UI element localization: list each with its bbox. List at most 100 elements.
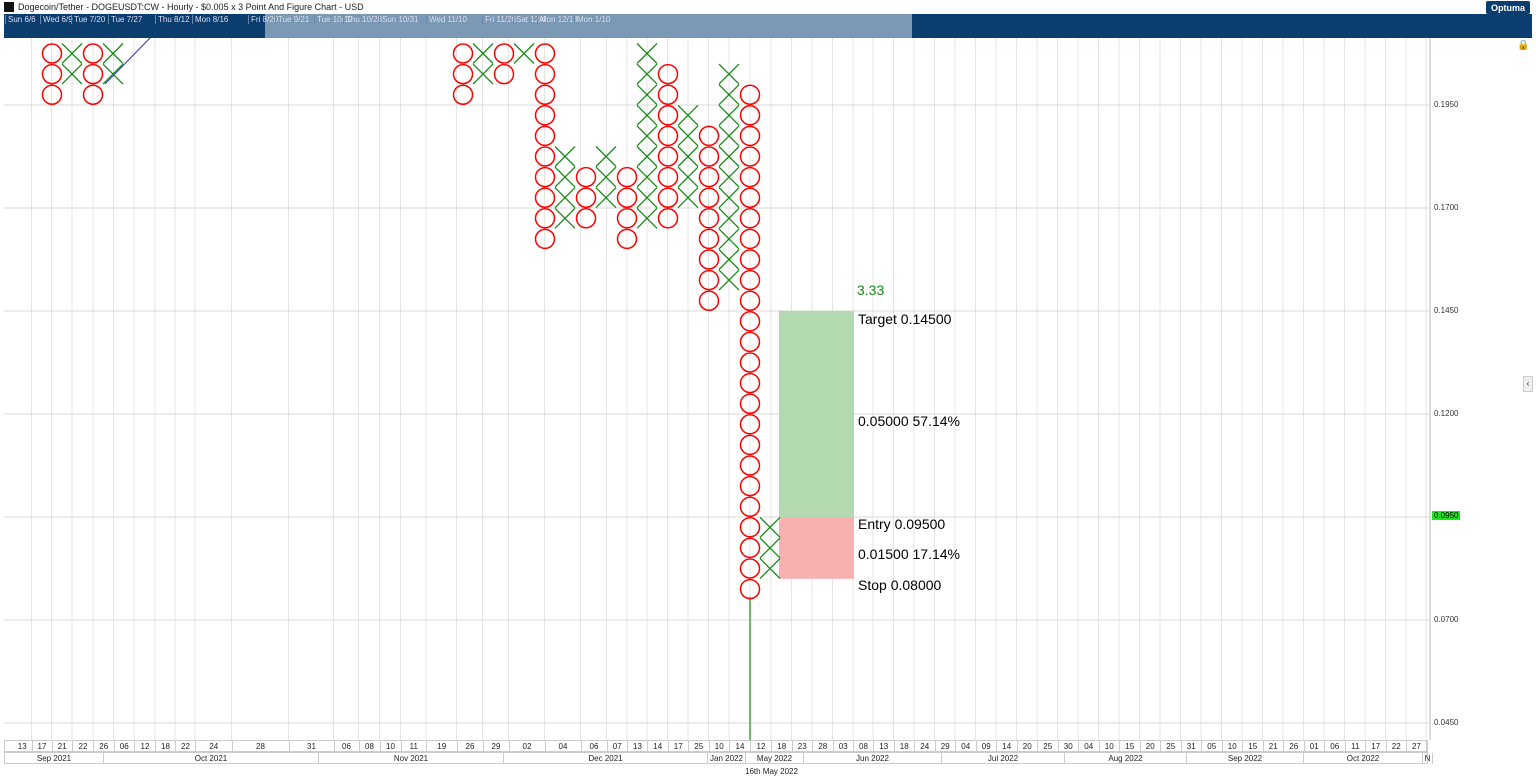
x-tick-label: 29 xyxy=(484,741,510,752)
reward-risk-ratio: 3.33 xyxy=(857,282,885,298)
month-axis: Sep 2021 Oct 2021 Nov 2021 Dec 2021 Jan 2022… xyxy=(4,752,1433,764)
x-tick-label: 04 xyxy=(1079,741,1100,752)
stop-label: Stop 0.08000 xyxy=(858,577,942,593)
x-tick-label: 18 xyxy=(895,741,915,752)
x-tick-label: 23 xyxy=(793,741,813,752)
x-tick-label: 25 xyxy=(1161,741,1182,752)
x-tick-label: 21 xyxy=(1264,741,1284,752)
x-box xyxy=(554,207,576,229)
x-tick-label: 04 xyxy=(956,741,977,752)
target-label: Target 0.14500 xyxy=(858,311,952,327)
x-tick-label: 06 xyxy=(335,741,360,752)
x-tick-label: 10 xyxy=(381,741,402,752)
x-tick-label: 17 xyxy=(33,741,53,752)
x-tick-label: 12 xyxy=(135,741,156,752)
x-tick-label: 20 xyxy=(1141,741,1161,752)
month-label: Oct 2022 xyxy=(1304,753,1423,764)
x-tick-label: 01 xyxy=(1305,741,1325,752)
x-tick-label: 03 xyxy=(834,741,854,752)
month-label: Nov 2021 xyxy=(319,753,504,764)
columns xyxy=(41,43,781,600)
month-label: Jan 2022 xyxy=(708,753,746,764)
x-box xyxy=(759,558,781,579)
x-tick-label: 14 xyxy=(997,741,1018,752)
date-axis: 13 17 21 22 26 06 12 18 22 24 28 31 06 08 10 11 19 26 29 02… xyxy=(4,740,1428,752)
target-zone xyxy=(779,311,854,517)
x-tick-label: 06 xyxy=(1325,741,1346,752)
y-tick-label: 0.1450 xyxy=(1434,306,1459,315)
x-tick-label: 14 xyxy=(730,741,751,752)
month-label: Oct 2021 xyxy=(104,753,319,764)
y-tick-label: 0.1200 xyxy=(1434,409,1459,418)
x-tick-label: 11 xyxy=(1346,741,1366,752)
o-box xyxy=(575,187,597,208)
x-tick-label: 13 xyxy=(13,741,33,752)
x-tick-label: 30 xyxy=(1059,741,1079,752)
x-tick-label: 10 xyxy=(1100,741,1120,752)
x-tick-label: 18 xyxy=(772,741,793,752)
x-tick-label: 27 xyxy=(1407,741,1427,752)
o-box xyxy=(575,208,597,229)
x-tick-label: 28 xyxy=(813,741,834,752)
x-tick-label: 05 xyxy=(1202,741,1223,752)
y-tick-label: 0.1950 xyxy=(1434,100,1459,109)
x-tick-label: 11 xyxy=(402,741,427,752)
x-tick-label: 14 xyxy=(648,741,669,752)
x-tick-label: 09 xyxy=(977,741,997,752)
x-box xyxy=(554,166,576,188)
x-tick-label: 02 xyxy=(510,741,546,752)
x-tick-label: 26 xyxy=(94,741,115,752)
month-label: Sep 2021 xyxy=(5,753,104,764)
x-tick-label: 22 xyxy=(73,741,94,752)
x-tick-label: 06 xyxy=(115,741,135,752)
x-tick-label: 08 xyxy=(854,741,874,752)
collapse-panel-icon[interactable]: ‹ xyxy=(1523,376,1533,392)
x-tick-label: 24 xyxy=(915,741,936,752)
x-tick-label: 15 xyxy=(1243,741,1264,752)
x-tick-label: 04 xyxy=(546,741,582,752)
o-box xyxy=(493,43,515,64)
x-tick-label: 17 xyxy=(669,741,689,752)
x-tick-label: 17 xyxy=(1366,741,1387,752)
x-tick-label: 20 xyxy=(1018,741,1038,752)
x-tick-label: 08 xyxy=(360,741,381,752)
o-box xyxy=(575,166,597,188)
cursor-date: 16th May 2022 xyxy=(745,767,798,776)
x-tick-label: 12 xyxy=(751,741,772,752)
entry-label: Entry 0.09500 xyxy=(858,516,946,532)
trend-line xyxy=(104,37,151,85)
x-tick-label: 06 xyxy=(582,741,608,752)
x-tick-label: 22 xyxy=(176,741,196,752)
x-tick-label: 15 xyxy=(1120,741,1141,752)
month-label: Aug 2022 xyxy=(1065,753,1187,764)
x-tick-label: 28 xyxy=(233,741,290,752)
x-tick-label: 13 xyxy=(874,741,895,752)
x-tick-label: 24 xyxy=(196,741,233,752)
x-tick-label: 10 xyxy=(710,741,730,752)
month-label: May 2022 xyxy=(746,753,804,764)
x-tick-label: 07 xyxy=(608,741,628,752)
x-tick-label: 26 xyxy=(458,741,484,752)
x-tick-label: 10 xyxy=(1223,741,1243,752)
lock-icon[interactable]: 🔒 xyxy=(1517,40,1529,52)
x-tick-label: 31 xyxy=(1182,741,1202,752)
pnf-chart[interactable] xyxy=(0,0,1536,783)
x-tick-label: 29 xyxy=(936,741,956,752)
y-tick-label: 0.0700 xyxy=(1434,615,1459,624)
y-tick-label: 0.0450 xyxy=(1434,718,1459,727)
risk-label: 0.01500 17.14% xyxy=(858,546,960,562)
x-tick-label: 26 xyxy=(1284,741,1305,752)
x-tick-label: 13 xyxy=(628,741,648,752)
x-tick-label: 21 xyxy=(53,741,73,752)
reward-label: 0.05000 57.14% xyxy=(858,413,960,429)
x-tick-label: 22 xyxy=(1387,741,1407,752)
x-box xyxy=(513,43,535,64)
month-label: Dec 2021 xyxy=(504,753,708,764)
current-price-badge: 0.0950 xyxy=(1432,511,1461,520)
month-label: Jul 2022 xyxy=(942,753,1065,764)
x-box xyxy=(759,537,781,559)
x-tick-label: 31 xyxy=(290,741,335,752)
x-box xyxy=(554,187,576,209)
month-label: Sep 2022 xyxy=(1187,753,1304,764)
x-tick-label: 19 xyxy=(427,741,458,752)
